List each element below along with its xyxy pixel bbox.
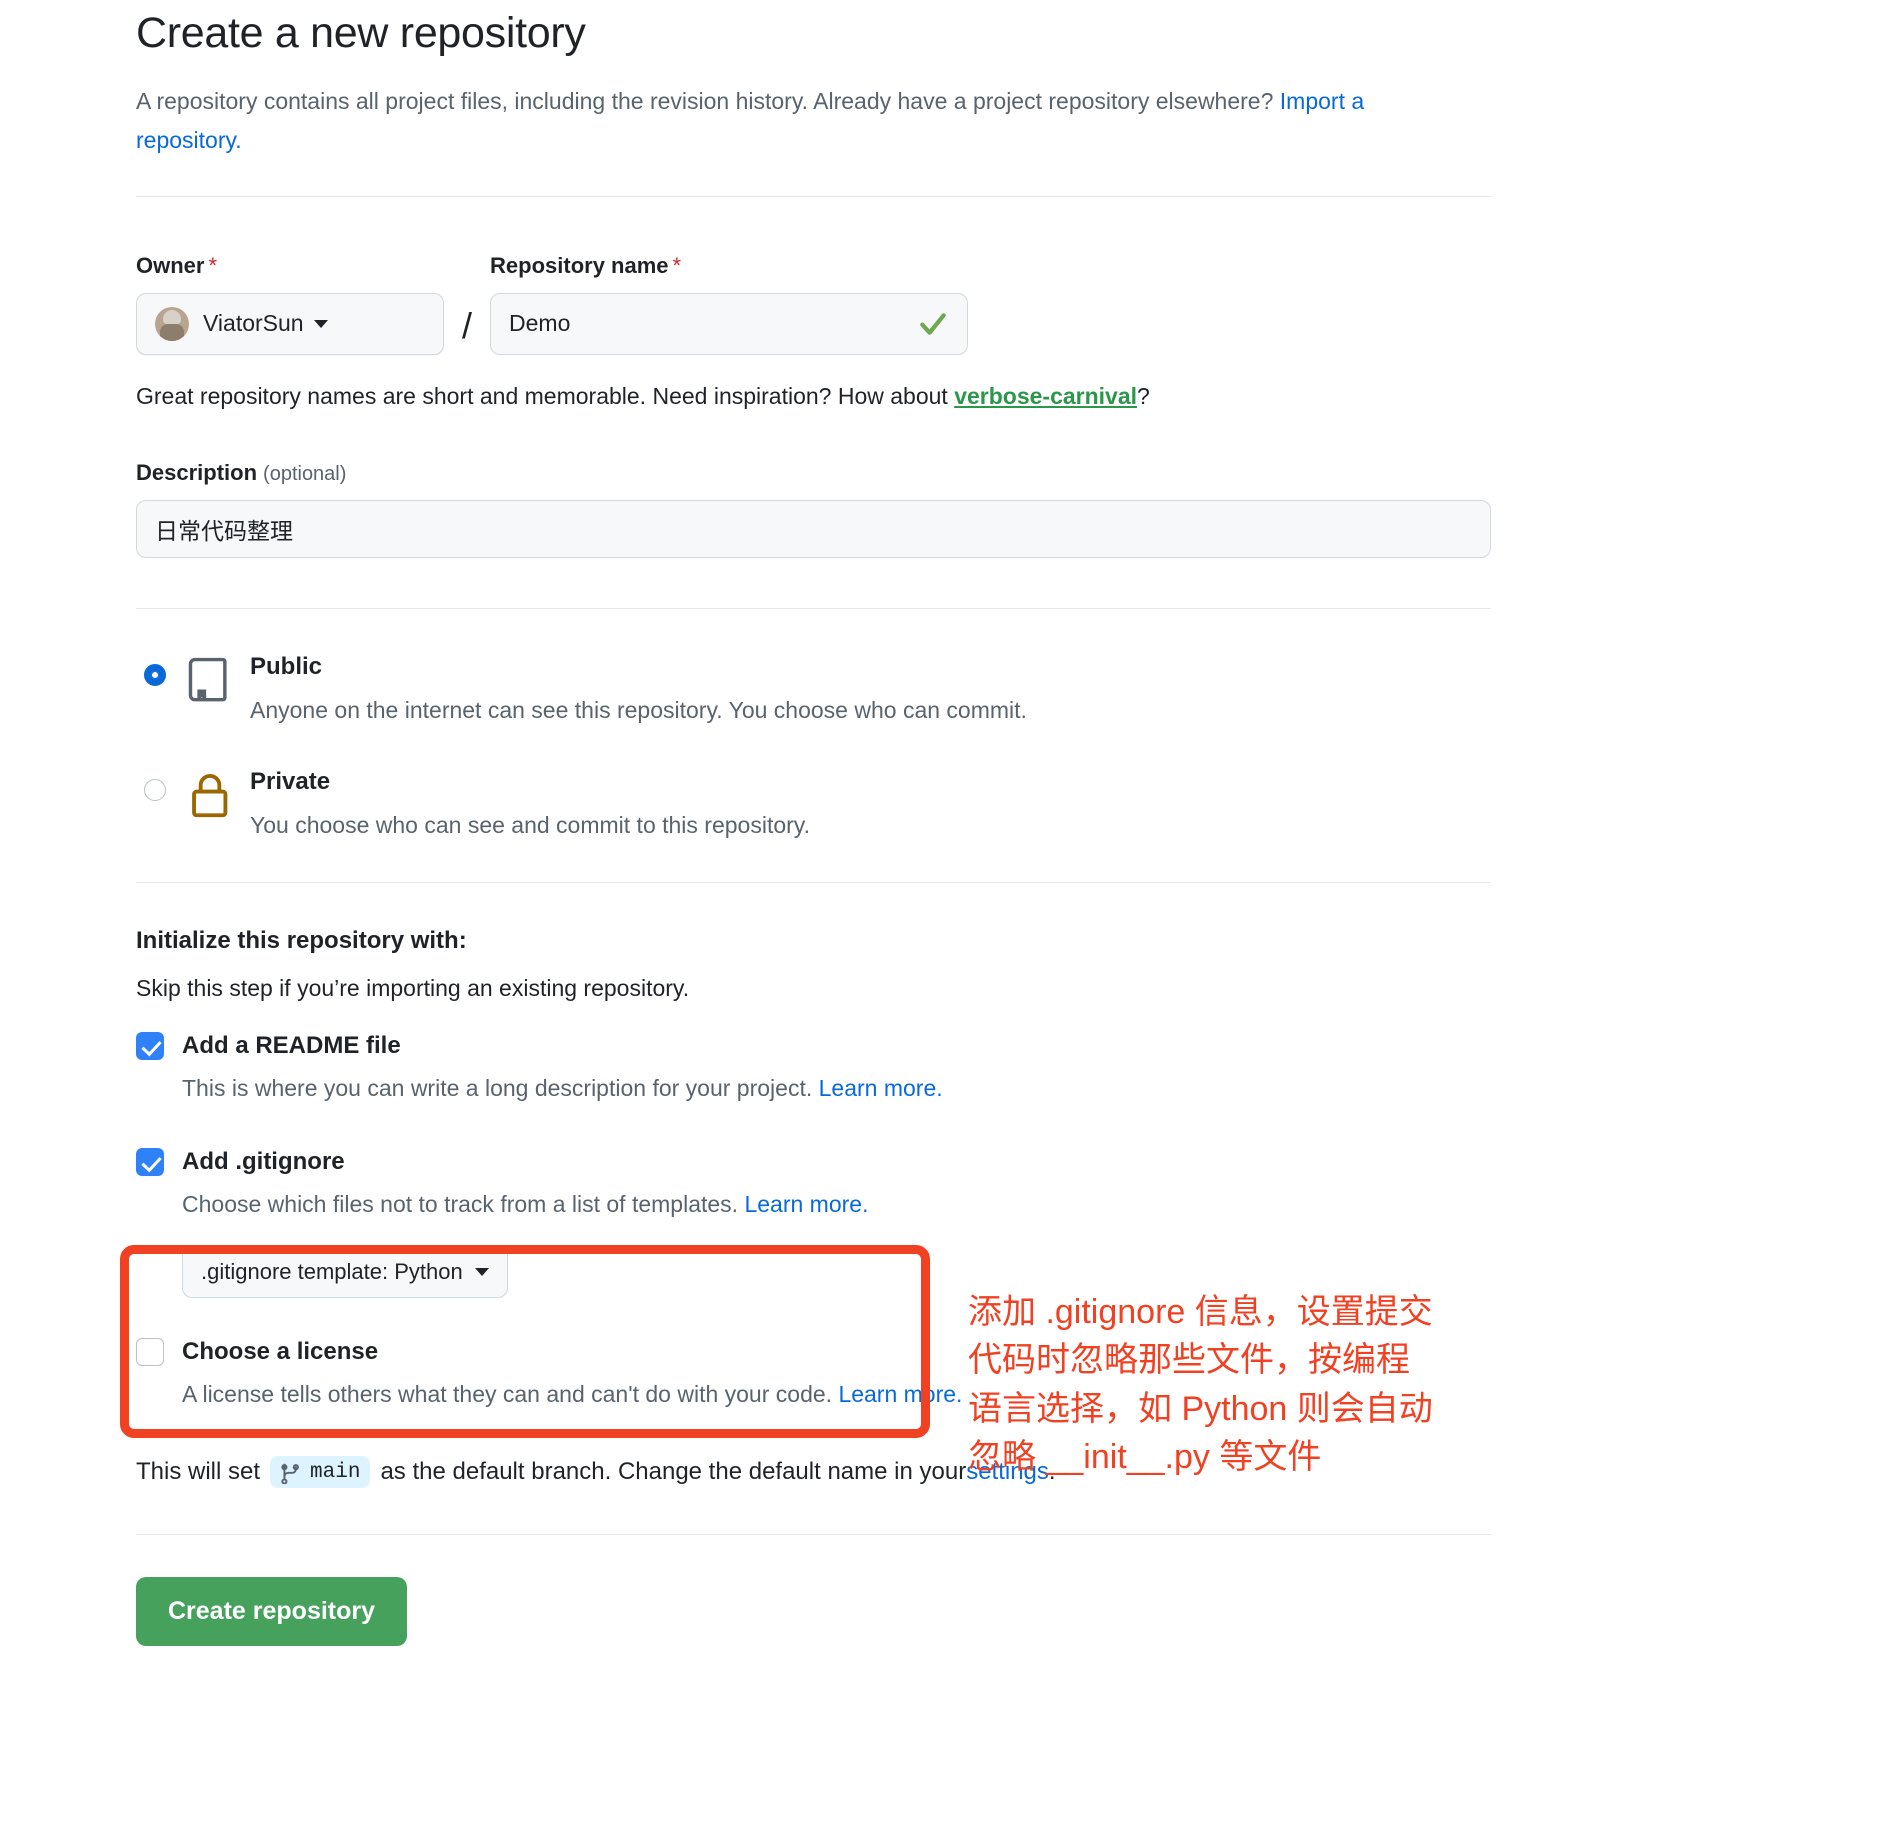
- option-readme-description: This is where you can write a long descr…: [182, 1072, 1786, 1104]
- option-readme: Add a README file This is where you can …: [136, 1031, 1786, 1104]
- checkbox-license[interactable]: [136, 1337, 164, 1366]
- repository-name-label-text: Repository name: [490, 252, 669, 278]
- visibility-public-title: Public: [250, 652, 323, 680]
- owner-repo-row: Owner * ViatorSun / Repository name *: [136, 253, 1786, 355]
- divider-description: [136, 607, 1491, 609]
- visibility-option-public[interactable]: Public Anyone on the internet can see th…: [136, 651, 1786, 726]
- owner-label: Owner *: [136, 253, 444, 279]
- hint-before-text: Great repository names are short and mem…: [136, 382, 955, 409]
- owner-field: Owner * ViatorSun: [136, 253, 444, 355]
- gitignore-template-dropdown[interactable]: .gitignore template: Python: [182, 1245, 508, 1298]
- hint-after-text: ?: [1137, 382, 1150, 409]
- option-license-description-text: A license tells others what they can and…: [182, 1380, 839, 1407]
- gitignore-learn-more-link[interactable]: Learn more.: [744, 1191, 868, 1217]
- divider-top: [136, 195, 1491, 197]
- repository-name-required-mark: *: [672, 252, 682, 278]
- owner-label-text: Owner: [136, 252, 205, 278]
- create-repository-page: Create a new repository A repository con…: [0, 0, 1880, 1840]
- annotation-text: 添加 .gitignore 信息，设置提交 代码时忽略那些文件，按编程 语言选择…: [968, 1293, 1433, 1476]
- option-gitignore-label: Add .gitignore: [182, 1147, 345, 1175]
- radio-private[interactable]: [144, 779, 166, 802]
- chevron-down-icon: [474, 1267, 489, 1276]
- description-field: Description (optional): [136, 460, 1786, 558]
- readme-learn-more-link[interactable]: Learn more.: [819, 1075, 943, 1101]
- visibility-private-text: Private You choose who can see and commi…: [236, 766, 810, 841]
- owner-required-mark: *: [208, 252, 218, 278]
- repository-name-field: Repository name *: [490, 253, 969, 355]
- option-gitignore-head[interactable]: Add .gitignore: [136, 1147, 1786, 1176]
- radio-public[interactable]: [144, 663, 166, 686]
- repository-name-label: Repository name *: [490, 253, 968, 279]
- user-avatar-icon: [155, 306, 189, 341]
- option-readme-description-text: This is where you can write a long descr…: [182, 1074, 819, 1101]
- repository-name-input-wrapper[interactable]: [490, 292, 969, 355]
- description-optional-text: (optional): [263, 462, 347, 485]
- create-repository-button[interactable]: Create repository: [136, 1577, 408, 1647]
- repo-book-icon: [188, 655, 236, 712]
- gitignore-template-label: .gitignore template: Python: [201, 1258, 463, 1284]
- name-suggestion-link[interactable]: verbose-carnival: [954, 383, 1137, 409]
- checkbox-gitignore[interactable]: [136, 1147, 164, 1176]
- page-title: Create a new repository: [136, 9, 586, 57]
- option-license-label: Choose a license: [182, 1337, 379, 1365]
- initialize-subtitle: Skip this step if you’re importing an ex…: [136, 974, 690, 1001]
- page-subtitle: A repository contains all project files,…: [136, 82, 1386, 160]
- visibility-public-text: Public Anyone on the internet can see th…: [236, 651, 1027, 726]
- default-branch-name: main: [310, 1460, 361, 1484]
- subtitle-text: A repository contains all project files,…: [136, 87, 1280, 114]
- chevron-down-icon: [313, 319, 328, 328]
- description-input[interactable]: [136, 499, 1491, 558]
- visibility-private-description: You choose who can see and commit to thi…: [250, 812, 810, 839]
- visibility-options: Public Anyone on the internet can see th…: [136, 651, 1786, 842]
- branch-note-before: This will set: [136, 1458, 261, 1486]
- owner-name-text: ViatorSun: [203, 310, 304, 337]
- valid-check-icon: [920, 312, 946, 335]
- git-branch-icon: [281, 1463, 299, 1485]
- checkbox-readme[interactable]: [136, 1031, 164, 1060]
- initialize-title: Initialize this repository with:: [136, 926, 467, 954]
- option-gitignore: Add .gitignore Choose which files not to…: [136, 1147, 1786, 1298]
- default-branch-badge: main: [270, 1456, 371, 1489]
- option-readme-label: Add a README file: [182, 1031, 401, 1059]
- lock-icon: [188, 770, 236, 827]
- repository-name-hint: Great repository names are short and mem…: [136, 383, 1786, 410]
- owner-name-separator: /: [462, 304, 473, 346]
- option-gitignore-description-text: Choose which files not to track from a l…: [182, 1190, 745, 1217]
- divider-visibility: [136, 881, 1491, 883]
- description-label: Description (optional): [136, 460, 1786, 486]
- visibility-private-title: Private: [250, 768, 331, 796]
- visibility-option-private[interactable]: Private You choose who can see and commi…: [136, 766, 1786, 841]
- divider-bottom: [136, 1534, 1491, 1536]
- option-gitignore-description: Choose which files not to track from a l…: [182, 1188, 1786, 1220]
- description-label-text: Description: [136, 459, 258, 485]
- repository-name-input[interactable]: [509, 310, 950, 338]
- owner-dropdown-button[interactable]: ViatorSun: [136, 292, 444, 355]
- visibility-public-description: Anyone on the internet can see this repo…: [250, 696, 1027, 723]
- license-learn-more-link[interactable]: Learn more.: [838, 1381, 962, 1407]
- option-readme-head[interactable]: Add a README file: [136, 1031, 1786, 1060]
- branch-note-middle: as the default branch. Change the defaul…: [380, 1458, 967, 1486]
